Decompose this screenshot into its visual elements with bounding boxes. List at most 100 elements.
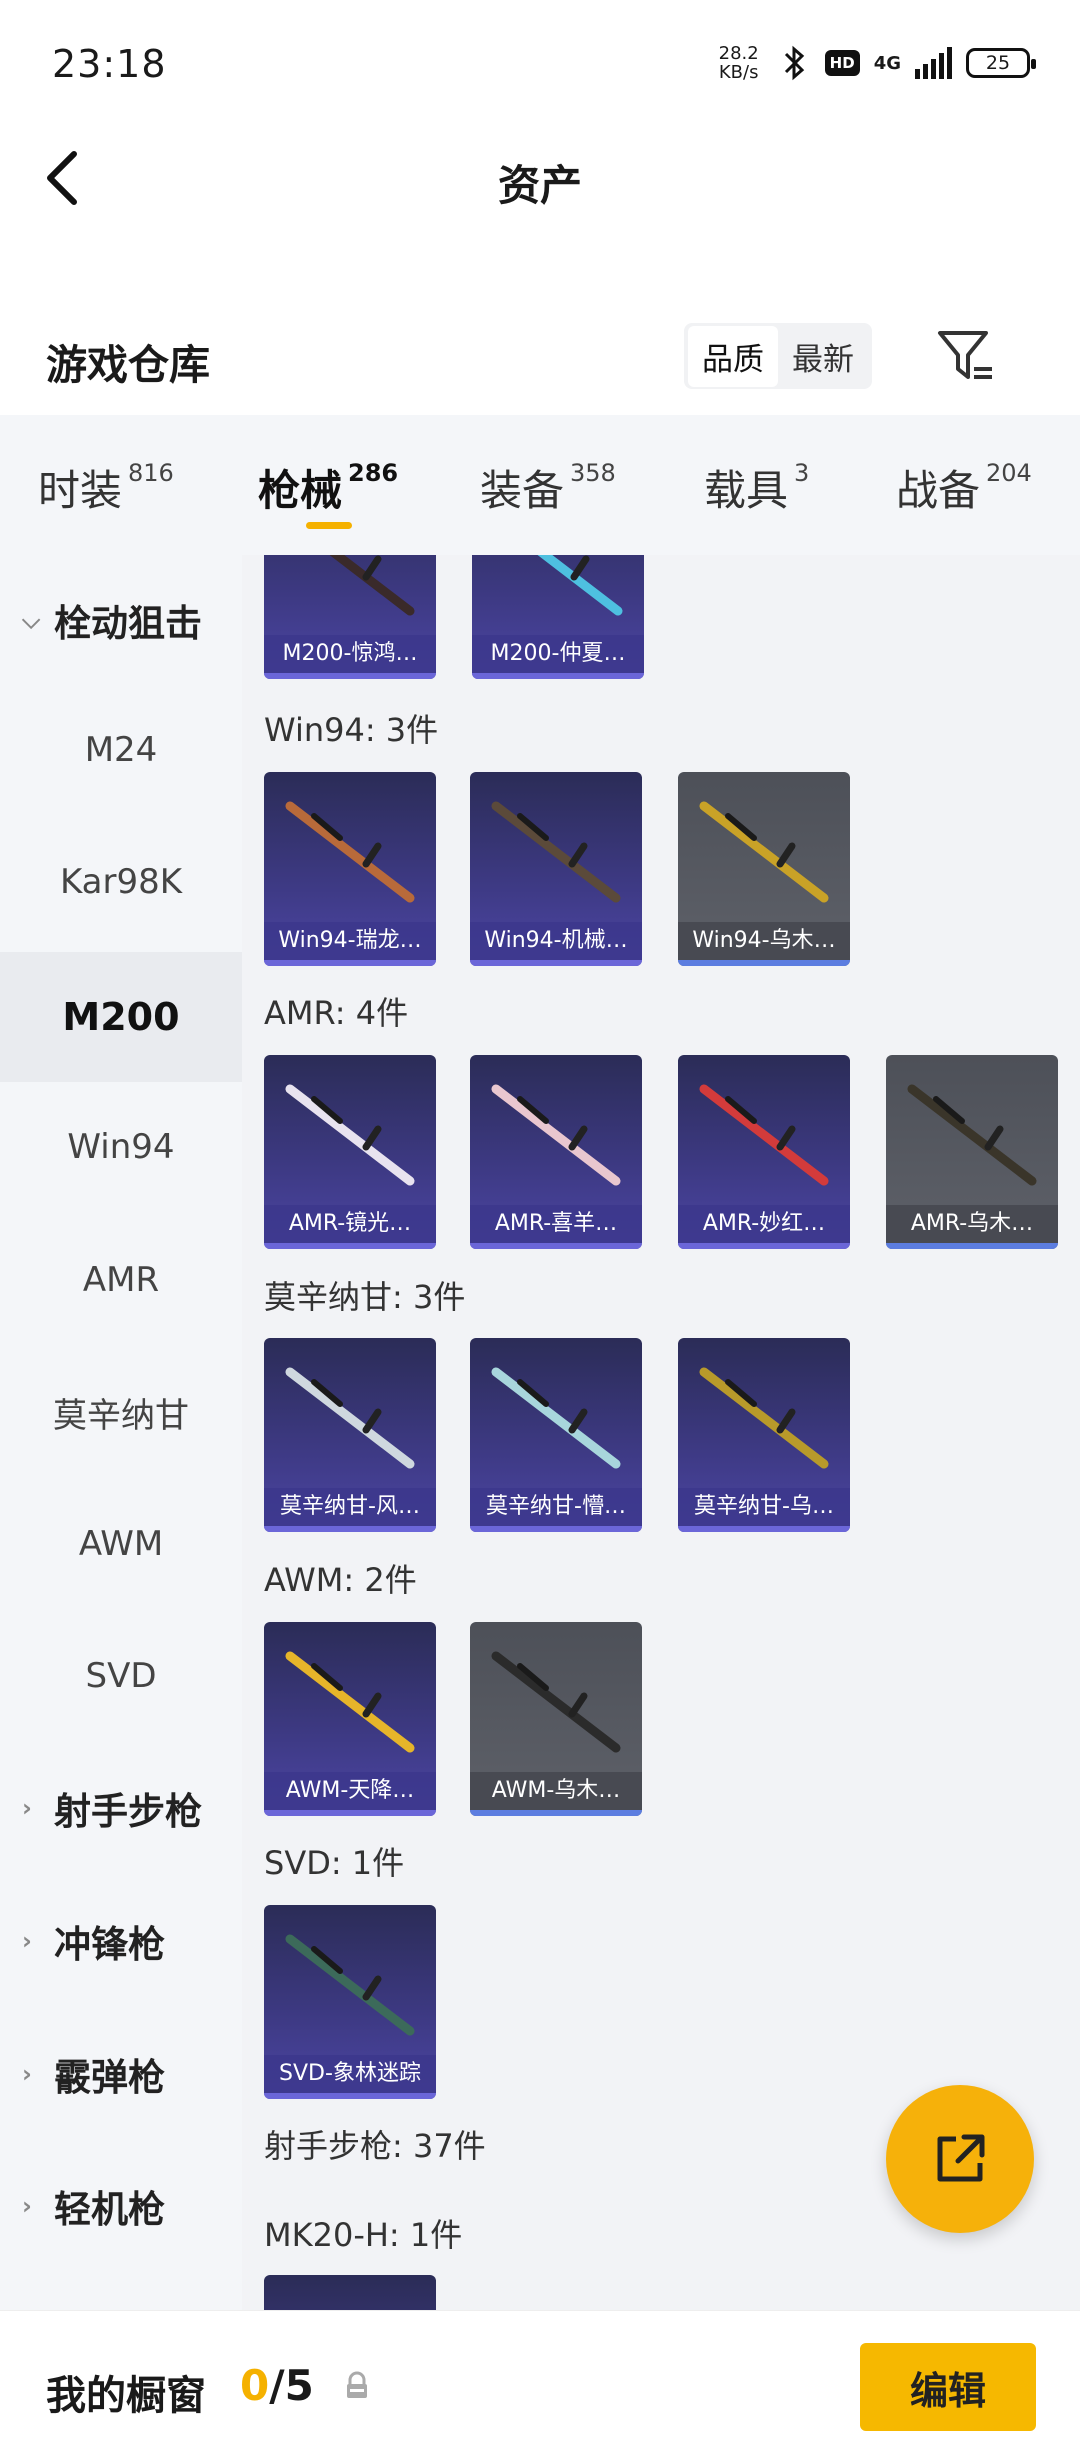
sidebar-item-label: 轻机枪: [54, 2188, 165, 2231]
filter-icon[interactable]: [934, 325, 996, 387]
showcase-current: 0: [240, 2361, 270, 2410]
status-bar: 23:18 28.2 KB/s HD 4G 25: [0, 0, 1080, 130]
rifle-icon: [285, 1084, 415, 1186]
sidebar-item-lmg[interactable]: › 轻机枪: [0, 2141, 242, 2271]
weapon-card-label: AMR-喜羊…: [470, 1205, 642, 1243]
sort-latest-button[interactable]: 最新: [778, 326, 868, 387]
weapon-card-partial[interactable]: [264, 2275, 436, 2310]
weapon-card-label: Win94-乌木…: [678, 922, 850, 960]
rarity-bar: [472, 673, 644, 679]
sidebar-item-label: 栓动狙击: [54, 602, 202, 645]
rarity-bar: [264, 1810, 436, 1816]
rifle-icon: [491, 1367, 621, 1469]
page-title: 资产: [497, 161, 582, 210]
app-header: 资产: [0, 130, 1080, 220]
rarity-bar: [470, 960, 642, 966]
sidebar-item-kar98k[interactable]: Kar98K: [0, 817, 242, 947]
sidebar-item-label: 射手步枪: [54, 1790, 202, 1833]
tab-label: 载具: [704, 466, 789, 515]
rifle-icon: [491, 801, 621, 903]
group-label-awm: AWM: 2件: [264, 1561, 417, 1599]
weapon-card[interactable]: 莫辛纳甘-风…: [264, 1338, 436, 1532]
tab-label: 时装: [38, 466, 123, 515]
chevron-right-icon: ›: [22, 2060, 32, 2088]
group-label-svd: SVD: 1件: [264, 1844, 405, 1882]
category-tabs: 时装 816 枪械 286 装备 358 载具 3 战备 204: [0, 415, 1080, 555]
weapon-card-label: AWM-乌木…: [470, 1772, 642, 1810]
weapon-card-label: SVD-象林迷踪: [264, 2055, 436, 2093]
rifle-icon: [491, 1651, 621, 1753]
weapon-card-label: Win94-瑞龙…: [264, 922, 436, 960]
sidebar-item-dmr[interactable]: › 射手步枪: [0, 1743, 242, 1873]
tab-count: 286: [348, 459, 399, 487]
sidebar-item-svd[interactable]: SVD: [0, 1611, 242, 1741]
weapon-card[interactable]: AMR-乌木…: [886, 1055, 1058, 1249]
status-time: 23:18: [52, 42, 167, 86]
sidebar-item-mosin[interactable]: 莫辛纳甘: [0, 1347, 242, 1477]
status-icons: 28.2 KB/s HD 4G 25: [715, 44, 1036, 82]
share-button[interactable]: [886, 2085, 1034, 2233]
hd-icon: HD: [824, 50, 860, 76]
rifle-icon: [285, 1367, 415, 1469]
sidebar-item-win94[interactable]: Win94: [0, 1082, 242, 1212]
rifle-icon: [699, 1084, 829, 1186]
rifle-icon: [285, 801, 415, 903]
tab-count: 816: [128, 459, 174, 487]
rarity-bar: [470, 1810, 642, 1816]
battery-icon: 25: [966, 48, 1036, 78]
weapon-card[interactable]: AWM-乌木…: [470, 1622, 642, 1816]
rarity-bar: [264, 1243, 436, 1249]
group-label-win94: Win94: 3件: [264, 711, 439, 749]
rifle-icon: [699, 801, 829, 903]
weapon-card-label: M200-仲夏…: [472, 635, 644, 673]
weapon-sidebar: ⌵ 栓动狙击 M24 Kar98K M200 Win94 AMR 莫辛纳甘 AW…: [0, 555, 242, 2310]
weapon-card-label: AMR-镜光…: [264, 1205, 436, 1243]
weapon-card-label: Win94-机械…: [470, 922, 642, 960]
battery-level: 25: [985, 52, 1011, 74]
weapon-card[interactable]: 莫辛纳甘-懵…: [470, 1338, 642, 1532]
chevron-right-icon: ›: [22, 1794, 32, 1822]
weapon-card-label: M200-惊鸿…: [264, 635, 436, 673]
sidebar-item-m200[interactable]: M200: [0, 952, 242, 1082]
sidebar-item-awm[interactable]: AWM: [0, 1479, 242, 1609]
sidebar-item-m24[interactable]: M24: [0, 685, 242, 815]
weapon-card-label: AMR-乌木…: [886, 1205, 1058, 1243]
weapon-card[interactable]: AWM-天降…: [264, 1622, 436, 1816]
rarity-bar: [678, 960, 850, 966]
weapon-card[interactable]: M200-仲夏…: [472, 555, 644, 679]
weapon-card[interactable]: SVD-象林迷踪: [264, 1905, 436, 2099]
tab-firearms[interactable]: 枪械 286: [258, 457, 398, 518]
weapon-card-label: AMR-妙红…: [678, 1205, 850, 1243]
group-label-amr: AMR: 4件: [264, 994, 409, 1032]
tab-count: 3: [794, 459, 810, 487]
network-speed: 28.2 KB/s: [715, 44, 763, 82]
sidebar-item-smg[interactable]: › 冲锋枪: [0, 1876, 242, 2006]
tab-fashion[interactable]: 时装 816: [38, 457, 174, 518]
tab-equipment[interactable]: 装备 358: [480, 457, 616, 518]
weapon-card[interactable]: Win94-瑞龙…: [264, 772, 436, 966]
weapon-card[interactable]: AMR-镜光…: [264, 1055, 436, 1249]
chevron-down-icon: ⌵: [22, 606, 41, 634]
group-label-mosin: 莫辛纳甘: 3件: [264, 1278, 466, 1316]
active-tab-indicator: [306, 522, 352, 529]
weapon-card[interactable]: M200-惊鸿…: [264, 555, 436, 679]
weapon-card[interactable]: AMR-喜羊…: [470, 1055, 642, 1249]
weapon-card[interactable]: AMR-妙红…: [678, 1055, 850, 1249]
rarity-bar: [264, 673, 436, 679]
tab-vehicles[interactable]: 载具 3: [704, 457, 809, 518]
weapon-card[interactable]: Win94-机械…: [470, 772, 642, 966]
sidebar-item-amr[interactable]: AMR: [0, 1215, 242, 1345]
rifle-icon: [329, 555, 415, 616]
tab-label: 枪械: [258, 466, 343, 515]
chevron-right-icon: ›: [22, 2192, 32, 2220]
sort-quality-button[interactable]: 品质: [688, 325, 778, 387]
sidebar-item-bolt-sniper[interactable]: ⌵ 栓动狙击: [0, 555, 242, 685]
warehouse-title: 游戏仓库: [46, 341, 210, 389]
edit-button[interactable]: 编辑: [860, 2343, 1036, 2431]
showcase-total: /5: [269, 2361, 314, 2410]
weapon-card[interactable]: Win94-乌木…: [678, 772, 850, 966]
sidebar-item-shotgun[interactable]: › 霰弹枪: [0, 2009, 242, 2139]
rarity-bar: [678, 1526, 850, 1532]
weapon-card[interactable]: 莫辛纳甘-乌…: [678, 1338, 850, 1532]
tab-supplies[interactable]: 战备 204: [896, 457, 1032, 518]
